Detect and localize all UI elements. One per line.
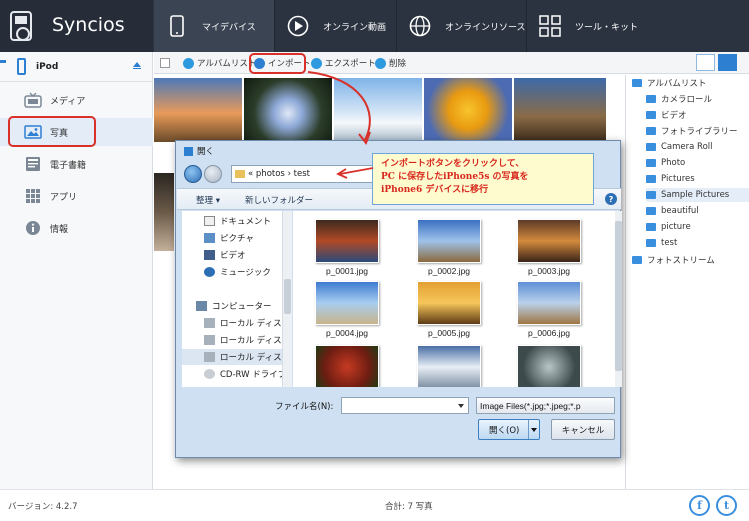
import-arrow-head [358,131,371,146]
import-arrow [307,71,371,141]
annotation-arrows [307,71,374,179]
